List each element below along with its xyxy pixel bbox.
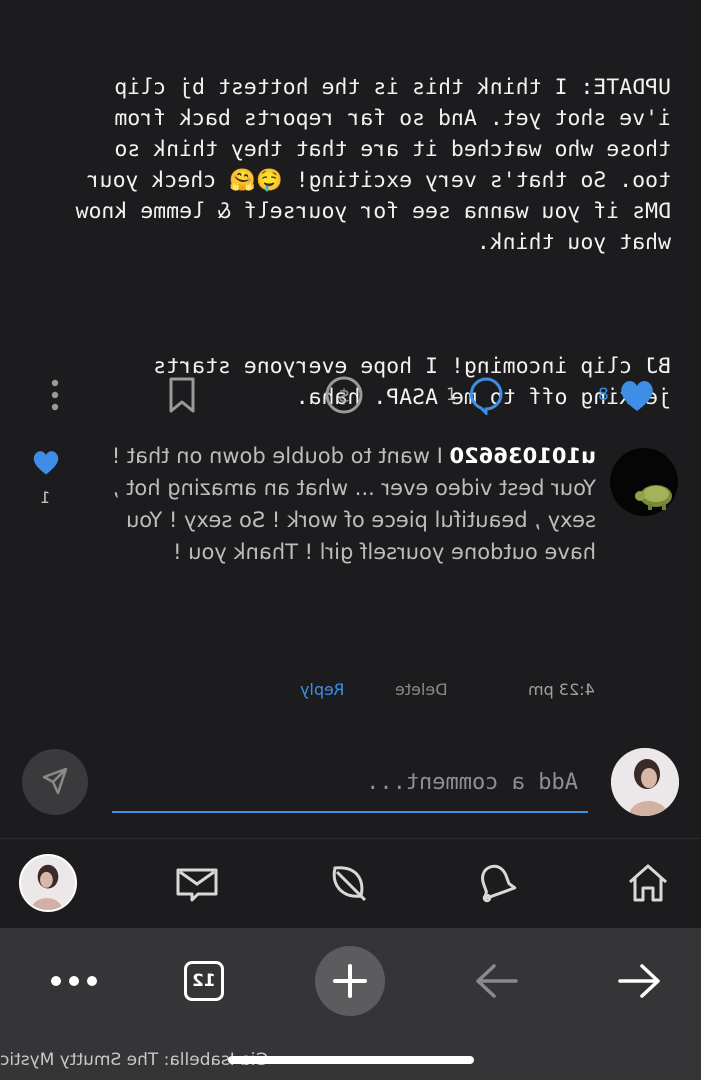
comment-body: u101036620 I want to double down on that…: [96, 440, 596, 568]
home-icon: [629, 864, 667, 902]
comment-compose: [0, 745, 701, 825]
envelope-icon: [176, 868, 218, 902]
more-options-button[interactable]: [40, 365, 70, 425]
bell-icon: [481, 864, 517, 903]
leaf-icon: [332, 866, 367, 902]
bookmark-button[interactable]: [164, 365, 200, 425]
svg-text:$: $: [338, 385, 350, 407]
tabs-icon: 12: [184, 961, 224, 1001]
nav-messages[interactable]: [167, 853, 227, 913]
arrow-right-icon: [618, 964, 660, 998]
delete-button[interactable]: Delete: [395, 680, 448, 699]
nav-notifications[interactable]: [466, 853, 526, 913]
nav-explore[interactable]: [318, 853, 378, 913]
comment-username[interactable]: u101036620: [450, 444, 596, 468]
turtle-icon: [635, 485, 672, 510]
send-arrow-icon: [42, 767, 68, 795]
heart-icon: [621, 380, 653, 411]
comment-like-button[interactable]: 1: [30, 448, 64, 508]
nav-home[interactable]: [618, 853, 678, 913]
bookmark-icon: [169, 377, 195, 413]
comment-count: 1: [446, 385, 457, 405]
dollar-coin-icon: $: [325, 376, 363, 414]
app-bottom-nav: [0, 838, 701, 929]
profile-photo: [611, 748, 679, 816]
post-actions: 8 1 $: [0, 365, 701, 425]
post-body: UPDATE: I think this is the hottest bj c…: [0, 0, 701, 410]
tabs-button[interactable]: 12: [164, 938, 244, 1024]
arrow-left-icon: [476, 964, 518, 998]
home-indicator: [228, 1056, 474, 1064]
comment-button[interactable]: 1: [446, 365, 505, 425]
like-button[interactable]: 8: [598, 365, 657, 425]
vertical-dots-icon: [51, 379, 59, 411]
reply-button[interactable]: Reply: [300, 680, 344, 699]
comment-time: 4:23 pm: [528, 680, 595, 699]
back-button[interactable]: [456, 938, 536, 1024]
nav-profile[interactable]: [18, 853, 78, 913]
send-button[interactable]: [22, 749, 88, 815]
plus-icon: [315, 946, 385, 1016]
avatar: [19, 854, 77, 912]
comment-like-count: 1: [40, 488, 51, 507]
heart-icon: [33, 451, 59, 475]
menu-button[interactable]: [34, 938, 114, 1024]
comment-item: 1 u101036620 I want to double down on th…: [0, 440, 701, 710]
horizontal-dots-icon: [51, 976, 97, 986]
post-update-text: UPDATE: I think this is the hottest bj c…: [62, 75, 671, 255]
comment-meta: 4:23 pm Delete Reply: [300, 680, 595, 706]
new-tab-button[interactable]: [310, 938, 390, 1024]
forward-button[interactable]: [600, 938, 680, 1024]
tip-button[interactable]: $: [323, 365, 365, 425]
comment-input[interactable]: [112, 753, 588, 813]
tab-count: 12: [192, 971, 216, 991]
speech-bubble-icon: [469, 377, 503, 415]
commenter-avatar[interactable]: [610, 448, 678, 516]
user-avatar[interactable]: [611, 748, 679, 816]
like-count: 8: [598, 385, 609, 405]
